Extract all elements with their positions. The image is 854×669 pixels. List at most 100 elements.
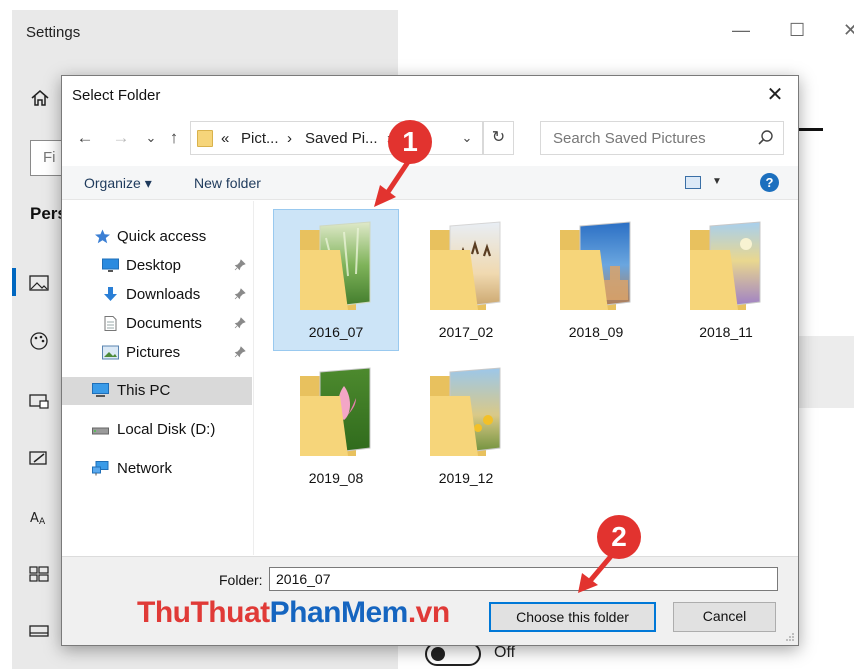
folder-item-2017-02[interactable]: 2017_02 [403,209,529,351]
nav-label: Local Disk (D:) [117,421,216,438]
folder-content-area: 2016_07 2017_02 2018_09 2018_11 2019_08 … [255,201,798,555]
folder-icon [197,130,213,147]
address-dropdown-button[interactable]: ⌄ [452,121,483,155]
watermark-part: ThuThuat [137,596,270,629]
resize-grip-icon[interactable] [785,632,795,642]
maximize-button[interactable]: ☐ [789,20,805,41]
pictures-icon [102,345,119,360]
view-options-icon[interactable] [685,176,701,189]
font-icon[interactable]: AA [28,506,50,528]
folder-name: 2019_08 [308,470,364,486]
settings-title: Settings [26,24,81,41]
choose-this-folder-button[interactable]: Choose this folder [489,602,656,632]
address-segment-saved-pictures[interactable]: Saved Pi... [305,130,378,147]
picture-icon[interactable] [28,272,50,294]
back-button[interactable]: ← [74,126,96,150]
recent-locations-button[interactable]: ⌄ [140,126,162,150]
address-bar[interactable]: « Pict... › Saved Pi... › [190,121,483,155]
nav-item-pictures[interactable]: Pictures [62,339,252,367]
pin-icon[interactable] [234,317,246,329]
forward-button[interactable]: → [110,126,132,150]
folder-icon [300,367,371,456]
select-folder-dialog: Select Folder ✕ ← → ⌄ ↑ « Pict... › Save… [61,75,799,646]
address-segment-pictures[interactable]: Pict... [241,130,279,147]
nav-item-quick-access[interactable]: Quick access [62,223,252,251]
folder-icon [300,221,371,310]
taskbar-icon[interactable] [28,620,50,642]
folder-field-label: Folder: [219,572,263,588]
toggle-knob [431,647,445,661]
refresh-button[interactable]: ↻ [483,121,514,155]
folder-name: 2017_02 [438,324,494,340]
nav-label: Documents [126,315,202,332]
search-box[interactable]: Search Saved Pictures [540,121,784,155]
folder-item-2016-07[interactable]: 2016_07 [273,209,399,351]
view-dropdown-arrow[interactable]: ▼ [712,176,722,187]
desktop-icon [102,258,119,272]
folder-name: 2018_11 [699,324,753,340]
drive-icon [92,427,109,435]
dialog-close-button[interactable]: ✕ [762,82,788,108]
nav-item-downloads[interactable]: Downloads [62,281,252,309]
download-icon [104,287,117,301]
toggle-label: Off [494,644,516,661]
nav-item-network[interactable]: Network [62,455,252,483]
search-input[interactable]: Search Saved Pictures [553,130,706,147]
folder-name-input[interactable]: 2016_07 [269,567,778,591]
step-2-arrow [578,553,614,593]
nav-item-documents[interactable]: Documents [62,310,252,338]
nav-item-local-disk[interactable]: Local Disk (D:) [62,416,252,444]
folder-icon [430,367,501,456]
folder-icon [690,221,761,310]
navigation-pane: Quick access Desktop Downloads Documents… [62,201,254,555]
nav-item-desktop[interactable]: Desktop [62,252,252,280]
selected-indicator [12,268,16,296]
address-separator[interactable]: › [287,130,292,147]
up-button[interactable]: ↑ [163,126,185,150]
palette-icon[interactable] [28,330,50,352]
step-1-arrow [374,157,413,207]
settings-close-button[interactable]: ✕ [843,20,854,41]
lock-screen-icon[interactable] [28,390,50,412]
folder-item-2019-12[interactable]: 2019_12 [403,355,529,497]
command-bar: Organize ▾ New folder ▼ ? [62,166,798,200]
watermark-part: .vn [407,596,450,629]
folder-name: 2018_09 [568,324,624,340]
search-icon[interactable] [757,129,775,147]
settings-panel-band [798,336,854,408]
watermark: ThuThuatPhanMem.vn [137,596,450,630]
dialog-title: Select Folder [72,87,161,104]
pin-icon[interactable] [234,259,246,271]
minimize-button[interactable]: — [732,20,750,41]
nav-label: Pictures [126,344,181,361]
help-button[interactable]: ? [760,173,779,192]
start-icon[interactable] [28,563,50,585]
theme-icon[interactable] [28,448,50,470]
address-overflow[interactable]: « [221,130,229,147]
svg-text:A: A [30,511,39,526]
folder-icon [430,221,501,310]
star-icon [95,229,110,244]
nav-label: Downloads [126,286,201,303]
cancel-button[interactable]: Cancel [673,602,776,632]
folder-item-2018-11[interactable]: 2018_11 [663,209,789,351]
watermark-part: PhanMem [269,596,409,629]
nav-label: This PC [117,382,171,399]
document-icon [104,316,117,331]
folder-item-2018-09[interactable]: 2018_09 [533,209,659,351]
nav-label: Network [117,460,173,477]
screen: Settings — ☐ ✕ Fi Pers AA Off Select Fol… [0,0,854,669]
home-icon[interactable] [30,88,50,108]
organize-button[interactable]: Organize ▾ [84,175,152,192]
pin-icon[interactable] [234,288,246,300]
new-folder-button[interactable]: New folder [194,175,261,191]
folder-icon [560,221,631,310]
network-icon [92,461,109,476]
folder-name: 2016_07 [308,324,364,340]
folder-item-2019-08[interactable]: 2019_08 [273,355,399,497]
nav-label: Desktop [126,257,182,274]
svg-text:A: A [39,517,46,527]
pin-icon[interactable] [234,346,246,358]
computer-icon [92,383,109,397]
nav-item-this-pc[interactable]: This PC [62,377,252,405]
